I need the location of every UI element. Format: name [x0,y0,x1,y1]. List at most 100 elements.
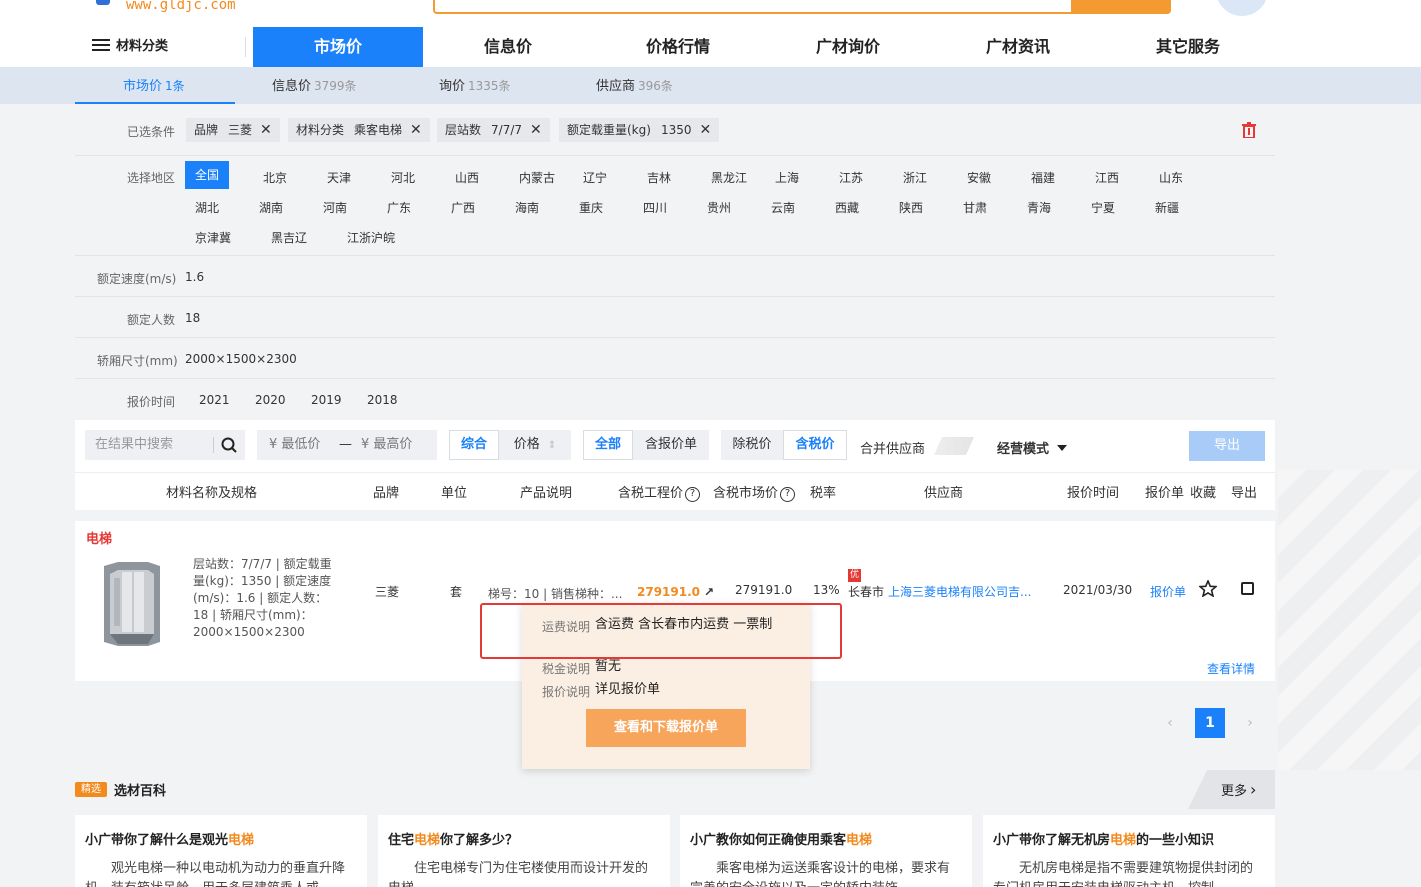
trash-icon[interactable] [1242,122,1256,138]
tax-excluded[interactable]: 除税价 [721,430,783,460]
region-item[interactable]: 青海 [1027,199,1051,216]
help-icon[interactable]: ? [780,487,796,502]
result-category[interactable]: 电梯 [86,528,112,547]
region-item[interactable]: 海南 [515,199,539,216]
nav-market-price[interactable]: 市场价 [253,27,423,67]
region-item[interactable]: 西藏 [835,199,859,216]
region-item[interactable]: 江浙沪皖 [347,229,395,246]
tab-market-price[interactable]: 市场价 1条 [123,67,185,104]
region-item[interactable]: 陕西 [899,199,923,216]
year-2018[interactable]: 2018 [367,393,398,407]
people-value[interactable]: 18 [185,311,200,325]
region-item[interactable]: 江苏 [839,169,863,186]
sort-price[interactable]: 价格 ⇕ [499,430,571,460]
region-item[interactable]: 全国 [185,161,230,189]
max-price-input[interactable]: ¥ 最高价 [361,430,412,460]
user-avatar[interactable] [1216,0,1268,16]
region-item[interactable]: 天津 [327,169,351,186]
trend-arrow-icon[interactable]: ↗ [704,585,714,599]
region-item[interactable]: 黑龙江 [711,169,747,186]
article-card-3[interactable]: 小广教你如何正确使用乘客电梯 乘客电梯为运送乘客设计的电梯，要求有完善的安全设施… [680,815,972,887]
close-icon[interactable]: ✕ [260,118,272,142]
region-item[interactable]: 浙江 [903,169,927,186]
result-eng-price[interactable]: 279191.0 ↗ [637,585,714,599]
scope-all[interactable]: 全部 [583,430,633,460]
region-item[interactable]: 山东 [1159,169,1183,186]
nav-info-price[interactable]: 信息价 [423,27,593,67]
sort-comprehensive[interactable]: 综合 [449,430,499,460]
region-item[interactable]: 北京 [263,169,287,186]
article-card-4[interactable]: 小广带你了解无机房电梯的一些小知识 无机房电梯是指不需要建筑物提供封闭的专门机房… [983,815,1275,887]
region-item[interactable]: 湖南 [259,199,283,216]
business-mode-dropdown[interactable]: 经营模式 [997,438,1068,457]
nav-other-services[interactable]: 其它服务 [1103,27,1273,67]
result-desc[interactable]: 梯号：10 | 销售梯种：... [488,585,622,602]
nav-news[interactable]: 广材资讯 [933,27,1103,67]
region-item[interactable]: 上海 [775,169,799,186]
region-item[interactable]: 新疆 [1155,199,1179,216]
top-search-box[interactable] [433,0,1171,14]
article-card-1[interactable]: 小广带你了解什么是观光电梯 观光电梯一种以电动机为动力的垂直升降机，装有箱状吊舱… [75,815,367,887]
nav-inquiry[interactable]: 广材询价 [763,27,933,67]
article-title[interactable]: 小广教你如何正确使用乘客电梯 [690,829,872,848]
prev-page-icon[interactable]: ‹ [1155,708,1185,738]
result-search[interactable]: 在结果中搜索 [85,430,245,460]
speed-value[interactable]: 1.6 [185,270,204,284]
tab-info-price[interactable]: 信息价 3799条 [272,67,357,104]
nav-price-trend[interactable]: 价格行情 [593,27,763,67]
export-checkbox[interactable] [1241,582,1254,595]
star-icon[interactable] [1199,580,1217,597]
more-link[interactable]: 更多 › [1221,780,1256,799]
tab-inquiry[interactable]: 询价 1335条 [439,67,511,104]
year-2020[interactable]: 2020 [255,393,286,407]
close-icon[interactable]: ✕ [699,118,711,142]
quote-link[interactable]: 报价单 [1150,583,1186,600]
region-item[interactable]: 安徽 [967,169,991,186]
region-item[interactable]: 京津冀 [195,229,231,246]
close-icon[interactable]: ✕ [530,118,542,142]
search-icon[interactable] [221,437,237,453]
elevator-image[interactable] [104,562,160,646]
region-item[interactable]: 吉林 [647,169,671,186]
region-item[interactable]: 广东 [387,199,411,216]
site-logo[interactable]: www.gldjc.com [126,0,236,13]
article-title[interactable]: 小广带你了解什么是观光电梯 [85,829,254,848]
article-card-2[interactable]: 住宅电梯你了解多少？ 住宅电梯专门为住宅楼使用而设计开发的电梯 [378,815,670,887]
scope-with-quote[interactable]: 含报价单 [633,430,709,460]
year-2021[interactable]: 2021 [199,393,230,407]
year-2019[interactable]: 2019 [311,393,342,407]
region-item[interactable]: 黑吉辽 [271,229,307,246]
download-quote-button[interactable]: 查看和下载报价单 [586,709,746,747]
region-item[interactable]: 河北 [391,169,415,186]
top-search-button[interactable] [1071,0,1171,14]
cabin-value[interactable]: 2000×1500×2300 [185,352,297,366]
region-item[interactable]: 福建 [1031,169,1055,186]
tab-supplier[interactable]: 供应商 396条 [596,67,673,104]
page-1-button[interactable]: 1 [1195,708,1225,738]
categories-menu[interactable]: 材料分类 [92,37,168,57]
region-item[interactable]: 重庆 [579,199,603,216]
next-page-icon[interactable]: › [1235,708,1265,738]
help-icon[interactable]: ? [685,487,701,502]
region-item[interactable]: 四川 [643,199,667,216]
min-price-input[interactable]: ¥ 最低价 [269,430,320,460]
article-title[interactable]: 住宅电梯你了解多少？ [388,829,518,848]
region-item[interactable]: 山西 [455,169,479,186]
region-item[interactable]: 江西 [1095,169,1119,186]
close-icon[interactable]: ✕ [410,118,422,142]
region-item[interactable]: 宁夏 [1091,199,1115,216]
supplier-link[interactable]: 上海三菱电梯有限公司吉... [888,583,1031,600]
region-item[interactable]: 广西 [451,199,475,216]
tax-included[interactable]: 含税价 [783,430,847,460]
region-item[interactable]: 贵州 [707,199,731,216]
result-search-input[interactable]: 在结果中搜索 [95,430,173,460]
region-item[interactable]: 辽宁 [583,169,607,186]
region-item[interactable]: 内蒙古 [519,169,555,186]
region-item[interactable]: 甘肃 [963,199,987,216]
region-item[interactable]: 云南 [771,199,795,216]
view-detail-link[interactable]: 查看详情 [1207,660,1255,677]
export-button[interactable]: 导出 [1189,431,1265,461]
region-item[interactable]: 河南 [323,199,347,216]
region-item[interactable]: 湖北 [195,199,219,216]
article-title[interactable]: 小广带你了解无机房电梯的一些小知识 [993,829,1214,848]
